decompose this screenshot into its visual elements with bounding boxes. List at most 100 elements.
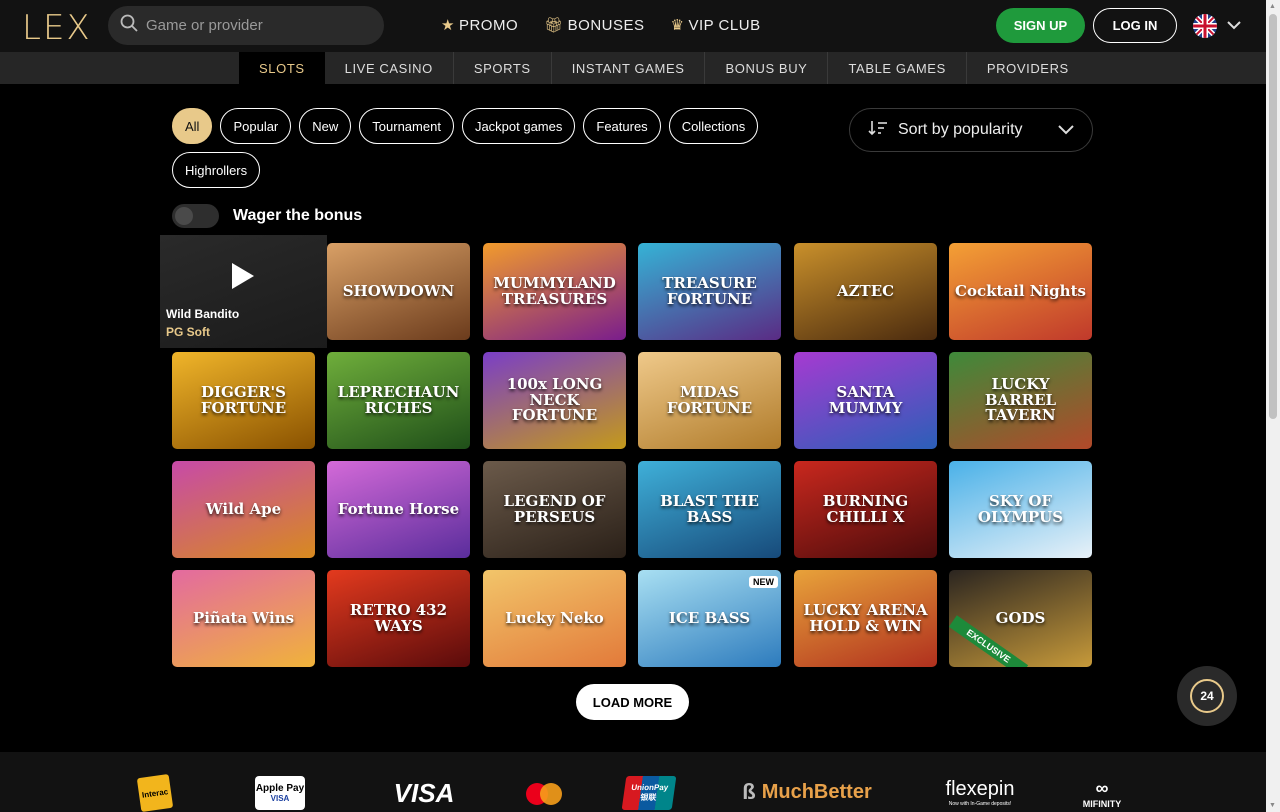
game-title: 100x LONG NECK FORTUNE: [506, 374, 603, 425]
tab-slots[interactable]: SLOTS: [239, 52, 325, 84]
muchbetter-icon: ß MuchBetter: [742, 779, 872, 804]
tab-instant-games[interactable]: INSTANT GAMES: [552, 52, 706, 84]
game-title: SANTA MUMMY: [828, 382, 903, 417]
tab-bonus-buy[interactable]: BONUS BUY: [705, 52, 829, 84]
play-icon[interactable]: [232, 263, 254, 289]
game-tile[interactable]: RETRO 432 WAYS: [327, 570, 470, 667]
filter-jackpot-games[interactable]: Jackpot games: [461, 108, 576, 144]
game-title: Fortune Horse: [337, 499, 460, 518]
filter-collections[interactable]: Collections: [668, 108, 759, 144]
game-title: LUCKY BARREL TAVERN: [984, 374, 1057, 425]
game-title: BLAST THE BASS: [660, 491, 759, 526]
login-button[interactable]: LOG IN: [1093, 8, 1177, 43]
game-title: DIGGER'S FORTUNE: [200, 382, 287, 417]
game-title: Lucky Neko: [505, 608, 604, 627]
game-tile[interactable]: MUMMYLAND TREASURES: [483, 243, 626, 340]
game-tile[interactable]: SHOWDOWN: [327, 243, 470, 340]
wager-bonus-toggle-row: Wager the bonus: [172, 204, 362, 228]
support-chat-button[interactable]: 24: [1177, 666, 1237, 726]
payments-footer: Interac Apple Pay VISA VISA UnionPay 银联 ßM…: [0, 752, 1266, 812]
game-tile[interactable]: LEPRECHAUN RICHES: [327, 352, 470, 449]
game-title: GODS: [995, 608, 1046, 627]
scroll-thumb[interactable]: [1269, 14, 1277, 419]
game-tile[interactable]: SKY OF OLYMPUS: [949, 461, 1092, 558]
game-tile[interactable]: Piñata Wins: [172, 570, 315, 667]
crown-icon: ♛: [670, 17, 685, 34]
wager-toggle[interactable]: [172, 204, 219, 228]
signup-button[interactable]: SIGN UP: [996, 8, 1085, 43]
mifinity-icon: ∞ MIFINITY: [1082, 777, 1122, 809]
game-tile[interactable]: SANTA MUMMY: [794, 352, 937, 449]
load-more-button[interactable]: LOAD MORE: [576, 684, 689, 720]
game-title: Wild Ape: [205, 499, 282, 518]
filter-tournament[interactable]: Tournament: [359, 108, 454, 144]
game-tile[interactable]: Fortune Horse: [327, 461, 470, 558]
game-tile[interactable]: Cocktail Nights: [949, 243, 1092, 340]
sort-icon: [868, 120, 888, 141]
game-tile[interactable]: GODS EXCLUSIVE: [949, 570, 1092, 667]
game-tile[interactable]: Wild Ape: [172, 461, 315, 558]
game-tile[interactable]: Lucky Neko: [483, 570, 626, 667]
game-tile[interactable]: DIGGER'S FORTUNE: [172, 352, 315, 449]
game-tile[interactable]: LUCKY BARREL TAVERN: [949, 352, 1092, 449]
sort-label: Sort by popularity: [898, 121, 1023, 138]
visa-icon: VISA: [393, 777, 455, 808]
search-input[interactable]: [146, 17, 366, 34]
game-tile[interactable]: 100x LONG NECK FORTUNE: [483, 352, 626, 449]
game-tile[interactable]: BLAST THE BASS: [638, 461, 781, 558]
filter-all[interactable]: All: [172, 108, 213, 144]
game-title: MIDAS FORTUNE: [666, 382, 753, 417]
wager-label: Wager the bonus: [233, 207, 363, 224]
filter-popular[interactable]: Popular: [220, 108, 292, 144]
tab-sports[interactable]: SPORTS: [454, 52, 552, 84]
tab-table-games[interactable]: TABLE GAMES: [828, 52, 967, 84]
filter-highrollers[interactable]: Highrollers: [172, 152, 261, 188]
nav-label: PROMO: [458, 16, 519, 34]
page-scrollbar[interactable]: ▲ ▼: [1266, 0, 1280, 812]
support-24-icon: 24: [1190, 679, 1224, 713]
tab-providers[interactable]: PROVIDERS: [967, 52, 1089, 84]
game-tile[interactable]: BURNING CHILLI X: [794, 461, 937, 558]
game-tile[interactable]: AZTEC: [794, 243, 937, 340]
top-bar: LEX ★PROMO 🎁︎BONUSES ♛VIP CLUB SIGN UP L…: [0, 0, 1266, 52]
search-box[interactable]: [108, 6, 384, 45]
scroll-down-icon[interactable]: ▼: [1269, 802, 1276, 809]
new-badge: NEW: [749, 576, 778, 588]
game-provider: PG Soft: [166, 325, 210, 339]
top-nav: ★ PROMO 🎁︎ BONUSES ♛ VIP CLUB: [441, 16, 761, 35]
flexepin-icon: flexepin Now with In-Game deposits!: [945, 777, 1015, 807]
game-title: RETRO 432 WAYS: [349, 600, 448, 635]
game-tile-hovered[interactable]: Wild Bandito PG Soft: [160, 235, 327, 348]
game-title: LEGEND OF PERSEUS: [503, 491, 606, 526]
game-title: MUMMYLAND TREASURES: [493, 273, 616, 308]
nav-promo[interactable]: ★ PROMO: [441, 16, 519, 35]
chevron-down-icon: [1058, 122, 1074, 138]
site-logo[interactable]: LEX: [22, 8, 92, 48]
nav-label: BONUSES: [567, 16, 645, 34]
filter-chips: All Popular New Tournament Jackpot games…: [172, 108, 772, 188]
language-selector[interactable]: [1193, 14, 1241, 38]
scroll-up-icon[interactable]: ▲: [1269, 3, 1276, 10]
star-icon: ★: [441, 17, 455, 34]
gift-icon: 🎁︎: [544, 17, 564, 34]
filter-features[interactable]: Features: [583, 108, 661, 144]
nav-label: VIP CLUB: [688, 16, 761, 34]
nav-vip-club[interactable]: ♛ VIP CLUB: [670, 16, 761, 35]
category-nav: SLOTS LIVE CASINO SPORTS INSTANT GAMES B…: [0, 52, 1266, 84]
game-tile[interactable]: LEGEND OF PERSEUS: [483, 461, 626, 558]
game-title: SHOWDOWN: [342, 281, 455, 300]
game-tile[interactable]: MIDAS FORTUNE: [638, 352, 781, 449]
nav-bonuses[interactable]: 🎁︎ BONUSES: [544, 16, 645, 35]
game-title: SKY OF OLYMPUS: [977, 491, 1064, 526]
game-tile[interactable]: LUCKY ARENA HOLD & WIN: [794, 570, 937, 667]
filter-new[interactable]: New: [299, 108, 352, 144]
tab-live-casino[interactable]: LIVE CASINO: [325, 52, 454, 84]
game-title: ICE BASS: [668, 608, 751, 627]
game-tile[interactable]: ICE BASS NEW: [638, 570, 781, 667]
search-icon: [120, 14, 138, 37]
uk-flag-icon: [1193, 14, 1217, 38]
game-tile[interactable]: TREASURE FORTUNE: [638, 243, 781, 340]
sort-dropdown[interactable]: Sort by popularity: [849, 108, 1093, 152]
chevron-down-icon: [1227, 17, 1241, 35]
unionpay-icon: UnionPay 银联: [621, 776, 677, 810]
